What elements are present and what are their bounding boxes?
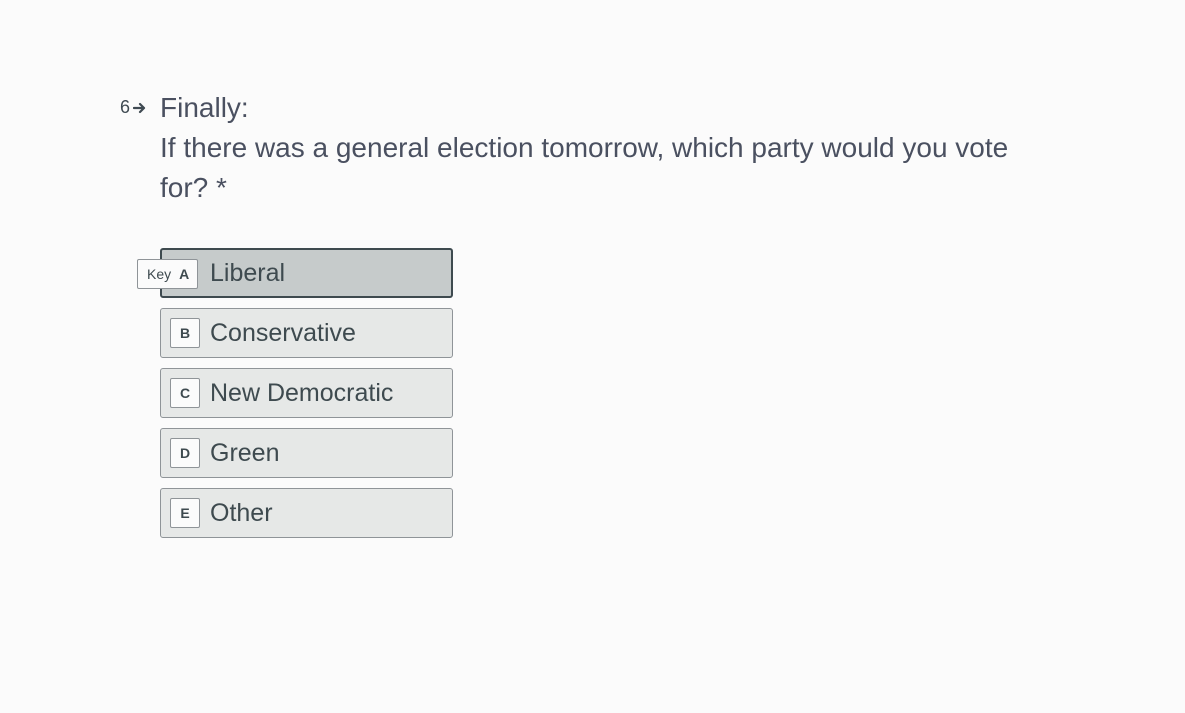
choice-label: Liberal <box>210 258 286 287</box>
question-block: 6 Finally: If there was a general electi… <box>120 88 1040 208</box>
choice-green[interactable]: D Green <box>160 428 453 478</box>
key-hint-label: Key <box>147 266 172 282</box>
choice-label: New Democratic <box>210 378 394 407</box>
choice-key-badge: B <box>170 318 200 348</box>
choice-conservative[interactable]: B Conservative <box>160 308 453 358</box>
key-hint-letter: A <box>179 266 190 282</box>
key-hint-tooltip: Key A <box>137 259 199 289</box>
choice-other[interactable]: E Other <box>160 488 453 538</box>
question-number-text: 6 <box>120 97 131 117</box>
choice-label: Green <box>210 438 280 467</box>
choice-new-democratic[interactable]: C New Democratic <box>160 368 453 418</box>
choice-key-badge: C <box>170 378 200 408</box>
choice-list: Key A A Liberal B Conservative C New Dem… <box>137 248 453 548</box>
question-title: Finally: <box>160 92 249 123</box>
choice-label: Conservative <box>210 318 356 347</box>
question-number: 6 <box>120 97 147 118</box>
choice-label: Other <box>210 498 273 527</box>
question-text: If there was a general election tomorrow… <box>160 132 1009 203</box>
choice-liberal[interactable]: Key A A Liberal <box>137 248 453 298</box>
choice-key-badge: E <box>170 498 200 528</box>
arrow-right-icon <box>133 102 146 113</box>
choice-key-badge: D <box>170 438 200 468</box>
